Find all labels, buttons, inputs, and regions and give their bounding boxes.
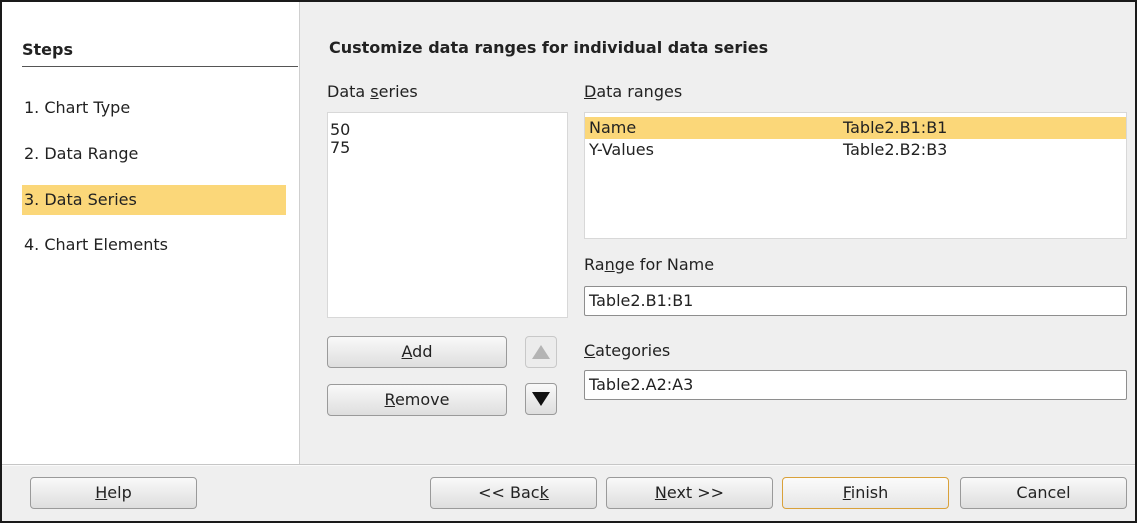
- next-button[interactable]: Next >>: [606, 477, 773, 509]
- help-button[interactable]: Help: [30, 477, 197, 509]
- steps-sidebar: Steps 1. Chart Type 2. Data Range 3. Dat…: [2, 2, 300, 464]
- categories-field[interactable]: Table2.A2:A3: [584, 370, 1127, 400]
- move-up-button[interactable]: [525, 336, 557, 368]
- range-for-name-field[interactable]: Table2.B1:B1: [584, 286, 1127, 316]
- data-ranges-list[interactable]: Name Table2.B1:B1 Y-Values Table2.B2:B3: [584, 112, 1127, 239]
- range-value-cell: Table2.B1:B1: [843, 118, 948, 137]
- arrow-up-icon: [532, 345, 550, 359]
- range-role-cell: Name: [589, 118, 637, 137]
- add-button[interactable]: Add: [327, 336, 507, 368]
- range-value-cell: Table2.B2:B3: [843, 140, 948, 159]
- step-chart-type[interactable]: 1. Chart Type: [22, 93, 286, 123]
- chart-wizard-dialog: Steps 1. Chart Type 2. Data Range 3. Dat…: [0, 0, 1137, 523]
- step-chart-elements[interactable]: 4. Chart Elements: [22, 230, 286, 260]
- table-row[interactable]: Y-Values Table2.B2:B3: [585, 139, 1126, 161]
- remove-button[interactable]: Remove: [327, 384, 507, 416]
- list-item[interactable]: 75: [328, 137, 567, 159]
- step-data-series[interactable]: 3. Data Series: [22, 185, 286, 215]
- step-data-range[interactable]: 2. Data Range: [22, 139, 286, 169]
- range-role-cell: Y-Values: [589, 140, 654, 159]
- categories-label: Categories: [584, 341, 671, 360]
- table-row[interactable]: Name Table2.B1:B1: [585, 117, 1126, 139]
- cancel-button[interactable]: Cancel: [960, 477, 1127, 509]
- data-series-list[interactable]: 50 75: [327, 112, 568, 318]
- page-title: Customize data ranges for individual dat…: [329, 38, 769, 57]
- data-ranges-label: Data ranges: [584, 82, 683, 101]
- finish-button[interactable]: Finish: [782, 477, 949, 509]
- move-down-button[interactable]: [525, 383, 557, 415]
- arrow-down-icon: [532, 392, 550, 406]
- back-button[interactable]: << Back: [430, 477, 597, 509]
- range-for-name-label: Range for Name: [584, 255, 715, 274]
- steps-divider: [22, 66, 298, 67]
- steps-title: Steps: [22, 40, 73, 59]
- data-series-label: Data series: [327, 82, 418, 101]
